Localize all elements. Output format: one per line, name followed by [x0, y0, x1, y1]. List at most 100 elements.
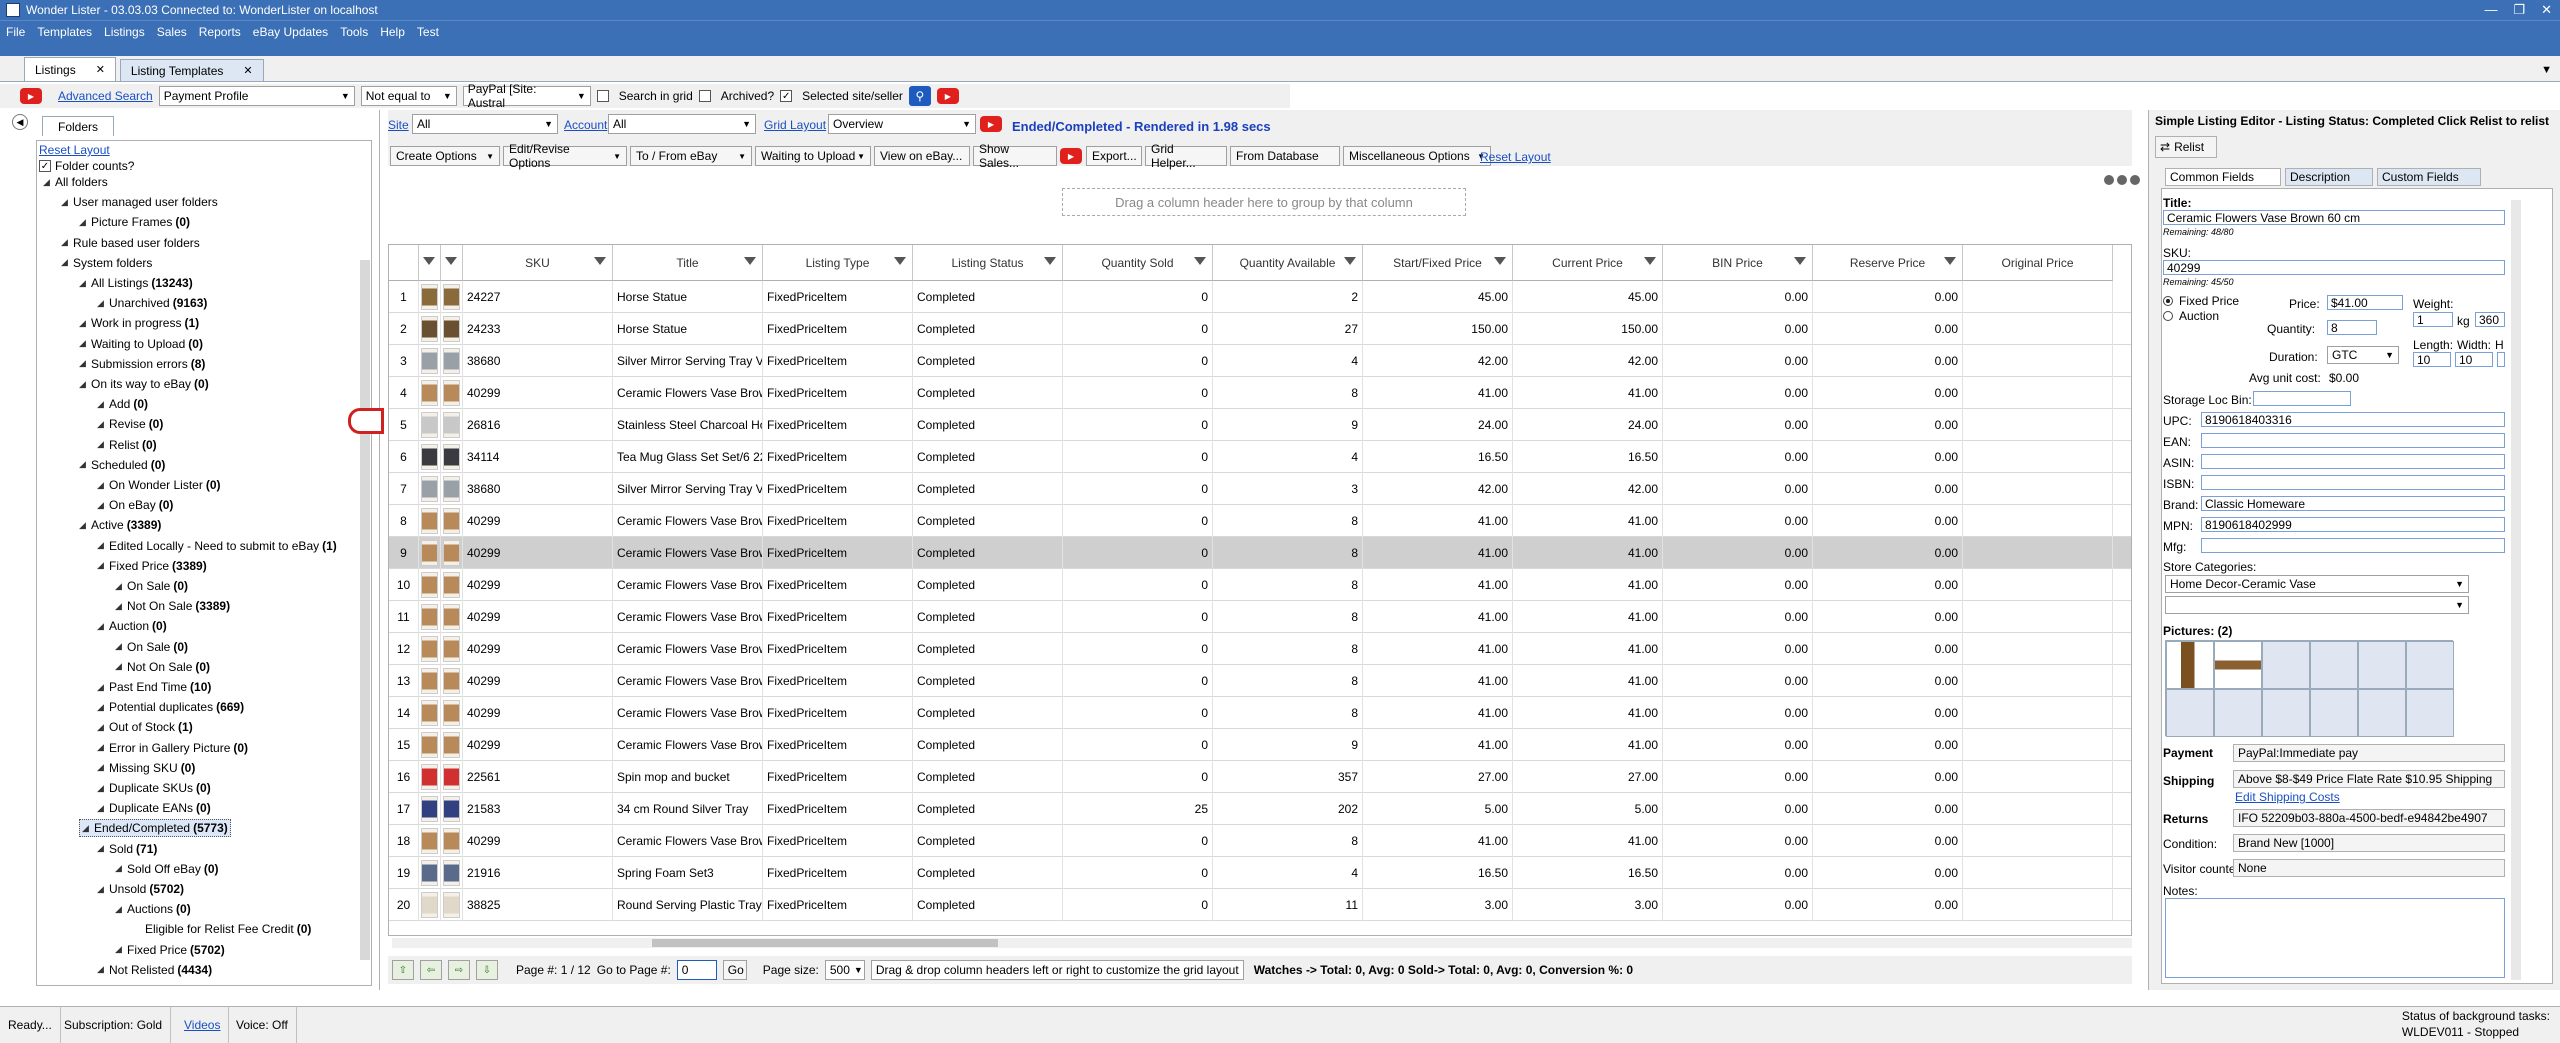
- asin-field[interactable]: [2201, 454, 2505, 469]
- picture-thumbnail[interactable]: [2166, 641, 2214, 689]
- folder-node[interactable]: ◢Archived(4080): [79, 981, 175, 985]
- tree-toggle-icon[interactable]: ◢: [82, 823, 92, 834]
- tree-toggle-icon[interactable]: ◢: [97, 399, 107, 410]
- tree-toggle-icon[interactable]: ◢: [97, 884, 107, 895]
- folder-node[interactable]: ◢ Revise (0): [97, 415, 163, 433]
- table-row[interactable]: 11 40299 Ceramic Flowers Vase Brown FixedPr…: [389, 601, 2131, 633]
- folder-node[interactable]: ◢ Fixed Price (5702): [115, 941, 225, 959]
- table-row[interactable]: 17 21583 34 cm Round Silver Tray FixedPrice…: [389, 793, 2131, 825]
- page-size-select[interactable]: 500 ▼: [824, 960, 865, 980]
- youtube-icon[interactable]: ▶: [936, 88, 959, 104]
- table-row[interactable]: 12 40299 Ceramic Flowers Vase Brown FixedPr…: [389, 633, 2131, 665]
- table-row[interactable]: 16 22561 Spin mop and bucket FixedPriceItem…: [389, 761, 2131, 793]
- menu-listings[interactable]: Listings: [104, 25, 145, 39]
- folder-node[interactable]: ◢ Unsold (5702): [97, 880, 184, 898]
- isbn-field[interactable]: [2201, 475, 2505, 490]
- filter-icon[interactable]: [1344, 257, 1356, 265]
- column-header-quantity-available[interactable]: Quantity Available: [1213, 245, 1363, 281]
- tab-description[interactable]: Description: [2285, 168, 2373, 186]
- tab-common-fields[interactable]: Common Fields: [2165, 168, 2281, 186]
- folder-node[interactable]: ◢ Auction (0): [97, 617, 167, 635]
- folder-node[interactable]: ◢ Error in Gallery Picture (0): [97, 739, 248, 757]
- shipping-profile[interactable]: Above $8-$49 Price Flate Rate $10.95 Shi…: [2233, 770, 2505, 788]
- grid-layout-select[interactable]: Overview ▼: [828, 114, 976, 134]
- visitor-counter-select[interactable]: None: [2233, 859, 2505, 877]
- table-row[interactable]: 19 21916 Spring Foam Set3 FixedPriceItem Com…: [389, 857, 2131, 889]
- tree-toggle-icon[interactable]: ◢: [97, 803, 107, 814]
- toolbar-button-to-from-ebay[interactable]: To / From eBay ▼: [630, 146, 752, 166]
- filter-icon[interactable]: [423, 257, 435, 265]
- editor-scrollbar[interactable]: [2511, 200, 2521, 980]
- tree-toggle-icon[interactable]: ◢: [79, 217, 89, 228]
- table-row[interactable]: 15 40299 Ceramic Flowers Vase Brown FixedPr…: [389, 729, 2131, 761]
- folder-node[interactable]: ◢ Out of Stock (1): [97, 718, 193, 736]
- collapse-panel-icon[interactable]: ◀: [12, 114, 28, 130]
- group-by-area[interactable]: Drag a column header here to group by th…: [1062, 188, 1466, 216]
- grid-layout-link[interactable]: Grid Layout: [764, 118, 826, 132]
- restore-icon[interactable]: ❐: [2513, 2, 2525, 18]
- filter-icon[interactable]: [1644, 257, 1656, 265]
- weight-grams-field[interactable]: 360: [2475, 312, 2505, 327]
- reset-layout-link[interactable]: Reset Layout: [1480, 150, 1551, 164]
- operator-select[interactable]: Not equal to ▼: [360, 86, 457, 106]
- go-button[interactable]: Go: [722, 960, 747, 980]
- youtube-icon[interactable]: ▶: [980, 116, 1002, 132]
- filter-icon[interactable]: [1194, 257, 1206, 265]
- column-header-original-price[interactable]: Original Price: [1963, 245, 2113, 281]
- image-column-header[interactable]: [441, 245, 463, 281]
- column-header-listing-status[interactable]: Listing Status: [913, 245, 1063, 281]
- filter-icon[interactable]: [894, 257, 906, 265]
- column-header-title[interactable]: Title: [613, 245, 763, 281]
- toolbar-button-show-sales[interactable]: Show Sales...: [973, 142, 1057, 170]
- width-field[interactable]: 10: [2455, 352, 2493, 367]
- minimize-icon[interactable]: —: [2484, 2, 2497, 18]
- search-icon[interactable]: ⚲: [908, 86, 931, 106]
- toolbar-button-miscellaneous-options[interactable]: Miscellaneous Options ▼: [1343, 146, 1491, 166]
- value-select[interactable]: PayPal [Site: Austral ▼: [462, 82, 591, 110]
- ean-field[interactable]: [2201, 433, 2505, 448]
- folder-node[interactable]: ◢ Sold (71): [97, 840, 157, 858]
- picture-slot[interactable]: [2358, 641, 2406, 689]
- tab-folders[interactable]: Folders: [42, 116, 114, 136]
- toolbar-button-view-on-ebay[interactable]: View on eBay...: [874, 146, 970, 166]
- tree-toggle-icon[interactable]: ◢: [115, 863, 125, 874]
- last-page-icon[interactable]: ⇩: [476, 960, 498, 980]
- fixed-price-option[interactable]: Fixed Price: [2163, 294, 2239, 308]
- tree-toggle-icon[interactable]: ◢: [97, 480, 107, 491]
- tree-toggle-icon[interactable]: ◢: [97, 682, 107, 693]
- tree-toggle-icon[interactable]: ◢: [115, 904, 125, 915]
- condition-select[interactable]: Brand New [1000]: [2233, 834, 2505, 852]
- filter-icon[interactable]: [1044, 257, 1056, 265]
- edit-shipping-link[interactable]: Edit Shipping Costs: [2235, 790, 2340, 804]
- tree-toggle-icon[interactable]: ◢: [115, 601, 125, 612]
- folder-node[interactable]: ◢ Fixed Price (3389): [97, 557, 207, 575]
- picture-slot[interactable]: [2214, 689, 2262, 737]
- tree-toggle-icon[interactable]: ◢: [97, 439, 107, 450]
- folder-node[interactable]: ◢ Scheduled (0): [79, 456, 165, 474]
- folder-node[interactable]: ◢ On Sale (0): [115, 577, 188, 595]
- folder-node[interactable]: ◢ Duplicate EANs (0): [97, 799, 211, 817]
- relist-button[interactable]: ⇄ Relist: [2155, 136, 2217, 158]
- tree-toggle-icon[interactable]: ◢: [97, 298, 107, 309]
- folder-node[interactable]: ◢ On eBay (0): [97, 496, 173, 514]
- row-number-header[interactable]: [389, 245, 419, 281]
- table-row[interactable]: 5 26816 Stainless Steel Charcoal Hol FixedP…: [389, 409, 2131, 441]
- tree-toggle-icon[interactable]: ◢: [97, 722, 107, 733]
- weight-field[interactable]: 1: [2413, 312, 2453, 327]
- title-field[interactable]: Ceramic Flowers Vase Brown 60 cm: [2163, 210, 2505, 225]
- image-column-header[interactable]: [419, 245, 441, 281]
- advanced-search-link[interactable]: Advanced Search: [58, 89, 153, 103]
- toolbar-button-export[interactable]: Export...: [1086, 146, 1142, 166]
- table-row[interactable]: 2 24233 Horse Statue FixedPriceItem Complete…: [389, 313, 2131, 345]
- tree-toggle-icon[interactable]: ◢: [115, 641, 125, 652]
- toolbar-button-grid-helper[interactable]: Grid Helper...: [1145, 142, 1227, 170]
- returns-profile[interactable]: IFO 52209b03-880a-4500-bedf-e94842be4907: [2233, 809, 2505, 827]
- table-row[interactable]: 10 40299 Ceramic Flowers Vase Brown FixedPr…: [389, 569, 2131, 601]
- videos-link[interactable]: Videos: [176, 1006, 230, 1043]
- filter-icon[interactable]: [1494, 257, 1506, 265]
- payment-profile[interactable]: PayPal:Immediate pay: [2233, 744, 2505, 762]
- table-row[interactable]: 8 40299 Ceramic Flowers Vase Brown FixedPri…: [389, 505, 2131, 537]
- pictures-grid[interactable]: [2165, 640, 2454, 737]
- folder-node[interactable]: Eligible for Relist Fee Credit (0): [133, 920, 311, 938]
- column-header-listing-type[interactable]: Listing Type: [763, 245, 913, 281]
